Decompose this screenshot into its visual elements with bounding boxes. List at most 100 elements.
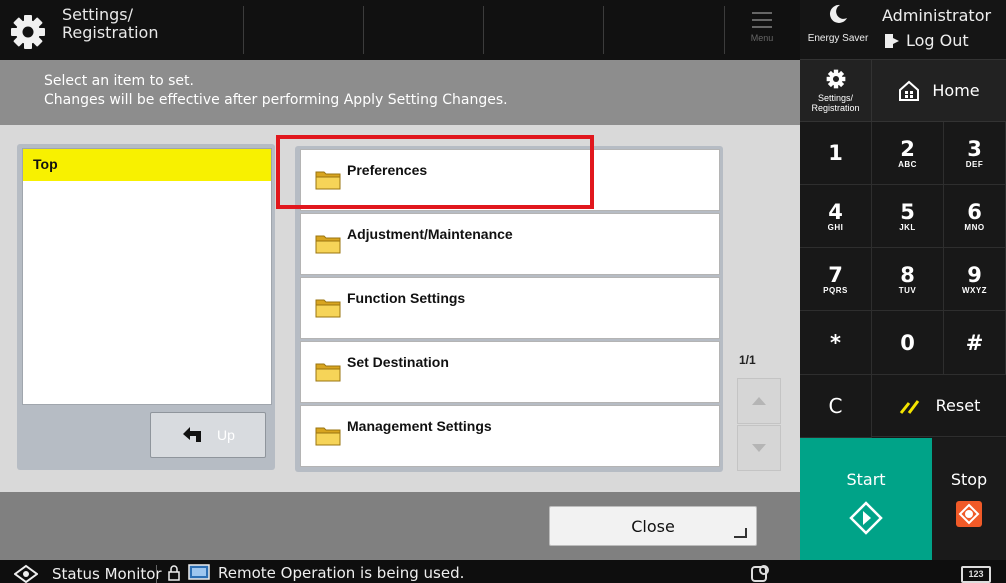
key-8[interactable]: 8 TUV [872,248,944,311]
clear-label: C [828,394,843,418]
folder-icon [315,299,341,318]
list-item-adjustment-maintenance[interactable]: Adjustment/Maintenance [300,213,720,275]
key-5[interactable]: 5 JKL [872,185,944,248]
divider [156,565,157,583]
triangle-down-icon [752,444,766,452]
key-letters: ABC [898,159,917,169]
list-item-label: Function Settings [347,290,466,306]
divider [243,6,244,54]
up-button-label: Up [217,427,235,443]
key-number: 7 [828,262,843,287]
stop-label: Stop [950,470,988,489]
start-diamond-icon [849,501,883,535]
start-key[interactable]: Start [800,438,932,560]
key-number: 0 [900,330,915,355]
logout-label: Log Out [906,31,969,50]
list-item-label: Set Destination [347,354,449,370]
stop-key[interactable]: Stop [932,438,1006,560]
numeric-keyboard-icon[interactable]: 123 [961,566,991,583]
key-letters: WXYZ [961,285,988,295]
gear-icon [826,69,845,89]
menu-icon [752,12,772,28]
list-item-label: Adjustment/Maintenance [347,226,513,242]
key-number: 8 [900,262,915,287]
page-title: Settings/ Registration [62,5,159,42]
tree-item-top-label: Top [33,156,58,172]
list-item-function-settings[interactable]: Function Settings [300,277,720,339]
tree-list [22,148,272,405]
folder-icon [315,427,341,446]
remote-operation-label: Remote Operation is being used. [218,564,465,582]
up-button[interactable]: Up [150,412,266,458]
key-number: 1 [828,141,843,165]
list-item-management-settings[interactable]: Management Settings [300,405,720,467]
monitor-icon [188,564,210,580]
key-hash[interactable]: # [944,311,1006,375]
remote-session-icon [748,564,774,583]
reset-slash-icon [899,399,919,414]
logout-icon [885,33,899,48]
key-7[interactable]: 7 PQRS [800,248,872,311]
moon-icon [829,4,847,23]
reset-key[interactable]: Reset [872,375,1006,437]
key-number: 5 [900,199,915,224]
settings-key-label: Settings/ Registration [811,93,860,113]
user-name: Administrator [882,6,992,25]
tree-item-top[interactable] [23,149,271,181]
folder-icon [315,363,341,382]
key-1[interactable]: 1 [800,122,872,185]
logout-button[interactable]: Log Out [884,31,969,50]
triangle-up-icon [752,397,766,405]
key-number: 2 [900,136,915,161]
folder-icon [315,235,341,254]
key-number: 4 [828,199,843,224]
home-icon [899,80,920,101]
highlight-box [276,135,594,209]
energy-saver-button[interactable]: Energy Saver [803,3,873,58]
energy-saver-label: Energy Saver [807,33,869,44]
key-letters: PQRS [823,285,848,295]
key-number: 9 [967,262,982,287]
menu-button[interactable]: Menu [730,6,794,56]
gear-icon [8,12,48,52]
key-letters: MNO [964,222,985,232]
return-corner-icon [734,528,747,538]
stop-icon [956,501,982,527]
list-item-label: Management Settings [347,418,492,434]
scroll-up-button[interactable] [737,378,781,424]
clear-key[interactable]: C [800,375,872,438]
key-number: 3 [967,136,982,161]
start-label: Start [846,470,886,489]
key-0[interactable]: 0 [872,311,944,375]
status-monitor-button[interactable]: Status Monitor [14,564,162,583]
status-monitor-label: Status Monitor [52,565,162,583]
key-letters: DEF [965,159,984,169]
key-9[interactable]: 9 WXYZ [944,248,1006,311]
divider [724,6,725,54]
key-letters: GHI [827,222,844,232]
close-label: Close [631,516,675,536]
home-label: Home [932,81,980,100]
page-indicator: 1/1 [739,353,756,367]
divider [363,6,364,54]
key-6[interactable]: 6 MNO [944,185,1006,248]
remote-operation-status: Remote Operation is being used. [168,564,464,582]
key-star[interactable]: * [800,311,872,375]
key-2[interactable]: 2 ABC [872,122,944,185]
reset-label: Reset [935,396,981,415]
scroll-down-button[interactable] [737,425,781,471]
key-letters: JKL [899,222,916,232]
key-letters: TUV [898,285,917,295]
settings-registration-key[interactable]: Settings/ Registration [800,60,872,122]
menu-label: Menu [750,33,774,43]
key-4[interactable]: 4 GHI [800,185,872,248]
up-arrow-icon [183,427,202,442]
eye-icon [14,564,38,583]
key-3[interactable]: 3 DEF [944,122,1006,185]
instruction-text: Select an item to set. Changes will be e… [44,73,508,108]
list-item-set-destination[interactable]: Set Destination [300,341,720,403]
key-number: # [965,330,984,355]
lock-icon [168,565,180,581]
home-key[interactable]: Home [872,60,1006,122]
close-button[interactable]: Close [549,506,757,546]
